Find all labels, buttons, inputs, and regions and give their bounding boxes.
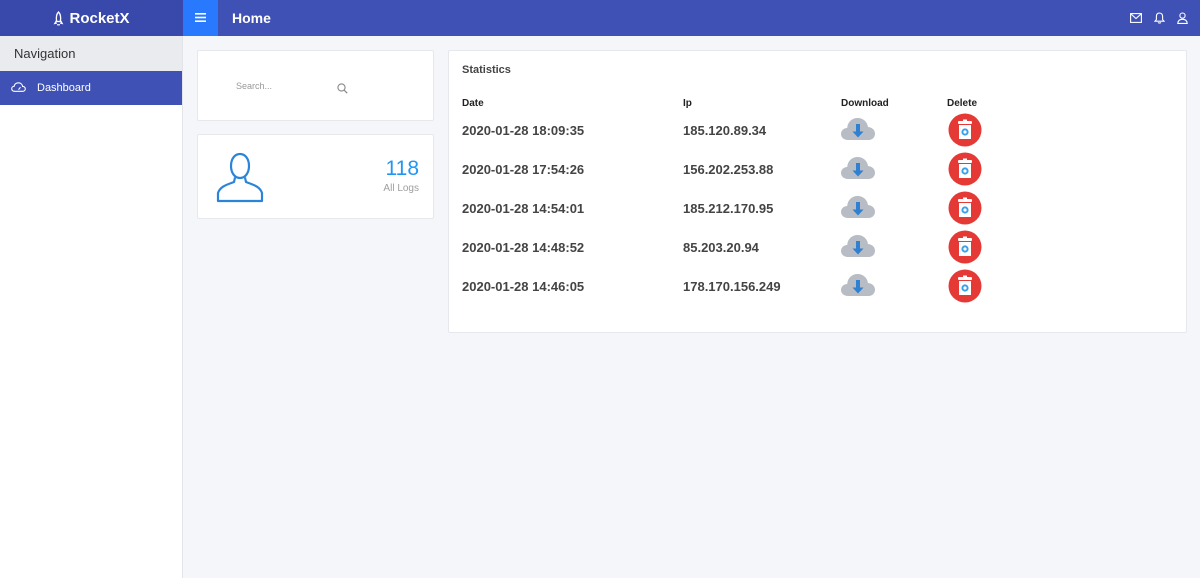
download-icon[interactable]	[840, 152, 876, 187]
bell-icon[interactable]	[1154, 12, 1165, 24]
sidebar: Navigation Dashboard	[0, 36, 183, 578]
table-row: 2020-01-28 14:54:01 185.212.170.95	[449, 189, 1186, 228]
mail-icon[interactable]	[1130, 13, 1142, 23]
rocket-icon	[53, 10, 64, 26]
column-header-ip: Ip	[683, 98, 692, 109]
search-card	[197, 50, 434, 121]
download-icon[interactable]	[840, 269, 876, 304]
cloud-dashboard-icon	[11, 81, 26, 95]
brand-name: RocketX	[69, 9, 130, 27]
column-header-delete: Delete	[947, 98, 978, 109]
brand[interactable]: RocketX	[0, 0, 183, 36]
sidebar-item-dashboard[interactable]: Dashboard	[0, 71, 182, 105]
row-date: 2020-01-28 14:46:05	[462, 279, 585, 294]
statistics-title: Statistics	[462, 64, 511, 76]
row-date: 2020-01-28 18:09:35	[462, 123, 585, 138]
delete-icon[interactable]	[948, 113, 982, 152]
download-icon[interactable]	[840, 113, 876, 148]
logs-card: 118 All Logs	[197, 134, 434, 219]
user-icon[interactable]	[1177, 12, 1188, 24]
search-icon[interactable]	[337, 81, 348, 99]
row-ip: 185.212.170.95	[683, 201, 774, 216]
table-row: 2020-01-28 18:09:35 185.120.89.34	[449, 111, 1186, 150]
logs-label: All Logs	[383, 183, 419, 194]
row-ip: 156.202.253.88	[683, 162, 774, 177]
row-date: 2020-01-28 14:48:52	[462, 240, 585, 255]
header-actions	[1130, 0, 1188, 36]
hamburger-icon	[195, 9, 206, 27]
delete-icon[interactable]	[948, 191, 982, 230]
logs-count: 118	[385, 157, 419, 180]
column-header-date: Date	[462, 98, 484, 109]
row-ip: 185.120.89.34	[683, 123, 767, 138]
row-ip: 85.203.20.94	[683, 240, 759, 255]
table-row: 2020-01-28 17:54:26 156.202.253.88	[449, 150, 1186, 189]
user-silhouette-icon	[214, 151, 266, 208]
sidebar-title: Navigation	[0, 36, 182, 71]
top-bar: RocketX Home	[0, 0, 1200, 36]
row-date: 2020-01-28 14:54:01	[462, 201, 585, 216]
delete-icon[interactable]	[948, 152, 982, 191]
delete-icon[interactable]	[948, 230, 982, 269]
delete-icon[interactable]	[948, 269, 982, 308]
header: Home	[183, 0, 1200, 36]
page-title: Home	[232, 10, 271, 26]
table-row: 2020-01-28 14:48:52 85.203.20.94	[449, 228, 1186, 267]
table-row: 2020-01-28 14:46:05 178.170.156.249	[449, 267, 1186, 306]
download-icon[interactable]	[840, 191, 876, 226]
row-date: 2020-01-28 17:54:26	[462, 162, 585, 177]
menu-toggle-button[interactable]	[183, 0, 218, 36]
row-ip: 178.170.156.249	[683, 279, 781, 294]
sidebar-item-label: Dashboard	[37, 82, 91, 94]
statistics-card: Statistics Date Ip Download Delete 2020-…	[448, 50, 1187, 333]
column-header-download: Download	[841, 98, 889, 109]
download-icon[interactable]	[840, 230, 876, 265]
